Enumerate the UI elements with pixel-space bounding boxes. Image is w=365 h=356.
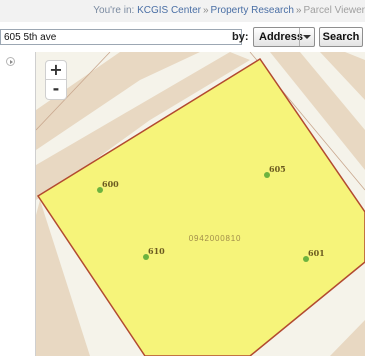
search-by-label: by: xyxy=(232,31,249,43)
breadcrumb-prefix: You're in: xyxy=(93,5,135,16)
search-button[interactable]: Search xyxy=(319,27,363,47)
parcel-id-label: 0942000810 xyxy=(189,234,242,243)
breadcrumb-item-kcgis-center[interactable]: KCGIS Center xyxy=(137,5,201,16)
search-bar: by: Address Search xyxy=(0,22,365,52)
breadcrumb-item-property-research[interactable]: Property Research xyxy=(211,5,294,16)
address-point-label: 610 xyxy=(148,246,165,256)
address-point-label: 601 xyxy=(308,248,325,258)
breadcrumb: You're in: KCGIS Center» Property Researc… xyxy=(0,0,365,23)
breadcrumb-item-parcel-viewer: Parcel Viewer xyxy=(303,5,365,16)
panel-expand-icon[interactable] xyxy=(6,57,15,66)
search-type-select[interactable]: Address xyxy=(253,27,315,47)
side-panel xyxy=(0,52,36,356)
address-point-label: 605 xyxy=(269,164,286,174)
search-input[interactable] xyxy=(0,29,242,45)
map-canvas[interactable]: 600 605 610 601 0942000810 xyxy=(36,52,365,356)
search-type-value: Address xyxy=(259,31,304,43)
zoom-in-button[interactable]: + xyxy=(45,60,67,80)
zoom-out-button[interactable]: - xyxy=(45,80,67,100)
chevron-down-icon[interactable] xyxy=(299,28,314,46)
breadcrumb-separator: » xyxy=(202,5,209,16)
address-point-label: 600 xyxy=(102,179,119,189)
map-view[interactable]: 600 605 610 601 0942000810 + - xyxy=(36,52,365,356)
